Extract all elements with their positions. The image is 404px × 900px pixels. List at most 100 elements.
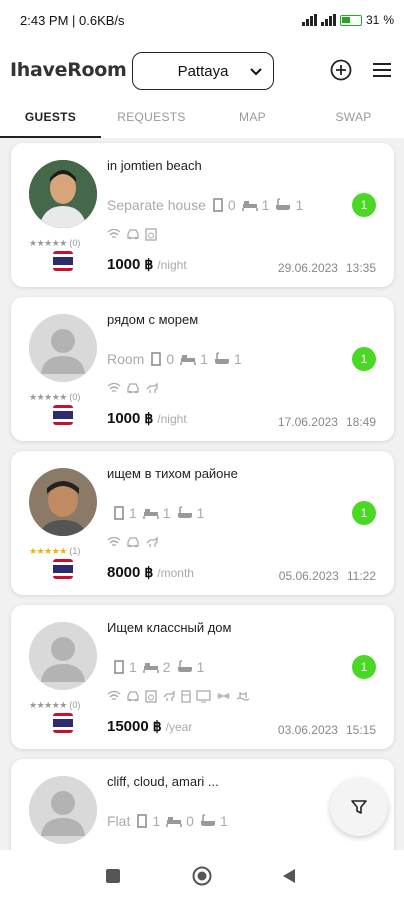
list-item[interactable]: ★★★★★ (0) in jomtien beach Separate hous… — [11, 143, 394, 287]
rating-stars: ★★★★★ — [29, 700, 67, 710]
bed-icon — [180, 355, 196, 365]
recents-icon[interactable] — [106, 869, 120, 883]
posted-date: 03.06.2023 15:15 — [278, 723, 376, 737]
rating-count: (0) — [69, 392, 81, 402]
date: 29.06.2023 — [277, 261, 338, 275]
list-item[interactable]: ★★★★★ (0) Ищем классный дом 1 2 1 1 1500… — [11, 605, 394, 749]
listing-title: Ищем классный дом — [107, 620, 232, 635]
baths-count: 1 — [219, 813, 228, 829]
beds-count: 0 — [186, 813, 194, 829]
date: 03.06.2023 — [277, 723, 338, 737]
rooms-count: 1 — [129, 505, 137, 521]
price-amount: 1000 — [107, 256, 141, 273]
listing-title: cliff, cloud, amari ... — [107, 774, 219, 789]
property-type: Flat — [107, 813, 131, 829]
pet-icon — [146, 536, 158, 547]
filter-icon — [351, 800, 367, 814]
fridge-icon — [181, 690, 191, 703]
back-icon[interactable] — [282, 868, 296, 884]
rooms-count: 1 — [129, 659, 137, 675]
bed-icon — [241, 201, 258, 211]
property-type: Room — [107, 351, 145, 367]
door-icon — [151, 352, 162, 366]
home-icon[interactable] — [192, 866, 212, 886]
status-bar: 2:43 PM | 0.6KB/s 31% — [0, 0, 404, 40]
bed-icon — [143, 509, 159, 519]
rating-stars: ★★★★★ — [29, 546, 67, 556]
guest-list: ★★★★★ (0) in jomtien beach Separate hous… — [0, 138, 404, 850]
price-amount: 15000 — [107, 718, 149, 735]
wifi-icon — [107, 382, 121, 393]
menu-icon[interactable] — [372, 62, 392, 78]
rooms-count: 0 — [166, 351, 175, 367]
price: 15000 ฿ /year — [107, 718, 192, 735]
signal-icon-2 — [320, 14, 336, 26]
time: 15:15 — [345, 723, 376, 737]
time: 18:49 — [345, 415, 376, 429]
rating: ★★★★★ (1) — [29, 546, 99, 557]
date: 17.06.2023 — [277, 415, 338, 429]
rooms-count: 0 — [227, 197, 236, 213]
price-period: /year — [165, 720, 193, 734]
thailand-flag-icon — [53, 559, 73, 579]
property-type: Separate house — [107, 197, 206, 213]
baths-count: 1 — [196, 505, 205, 521]
pet-icon — [163, 690, 175, 701]
bathtub-icon — [177, 660, 192, 672]
posted-date: 17.06.2023 18:49 — [278, 415, 376, 429]
tab-map[interactable]: MAP — [202, 100, 303, 138]
pool-icon — [236, 692, 250, 701]
tab-swap[interactable]: SWAP — [303, 100, 404, 138]
tab-bar: GUESTS REQUESTS MAP SWAP — [0, 100, 404, 138]
time: 13:35 — [345, 261, 376, 275]
door-icon — [114, 506, 124, 520]
tab-guests[interactable]: GUESTS — [0, 100, 101, 138]
price-period: /night — [157, 412, 187, 426]
beds-count: 2 — [162, 659, 171, 675]
thailand-flag-icon — [53, 251, 73, 271]
price-amount: 8000 — [107, 564, 141, 581]
list-item[interactable]: ★★★★★ (1) ищем в тихом районе 1 1 1 1 80… — [11, 451, 394, 595]
property-features: Separate house 0 1 1 — [107, 197, 309, 213]
thailand-flag-icon — [53, 713, 73, 733]
price-period: /month — [157, 566, 194, 580]
signal-icon — [301, 14, 317, 26]
listing-title: ищем в тихом районе — [107, 466, 238, 481]
add-circle-icon[interactable] — [330, 59, 352, 81]
count-badge: 1 — [352, 655, 376, 679]
count-badge: 1 — [352, 501, 376, 525]
rating-count: (0) — [69, 238, 81, 248]
door-icon — [212, 198, 223, 212]
price: 8000 ฿ /month — [107, 564, 194, 581]
listing-title: рядом с морем — [107, 312, 199, 327]
bed-icon — [143, 663, 159, 673]
app-logo: IhaveRoom — [10, 59, 127, 81]
price-period: /night — [157, 258, 187, 272]
posted-date: 05.06.2023 11:22 — [279, 569, 376, 583]
filter-button[interactable] — [330, 778, 388, 836]
property-features: 1 1 1 — [107, 505, 210, 521]
door-icon — [137, 814, 148, 828]
property-features: 1 2 1 — [107, 659, 210, 675]
battery-level: 31 — [365, 13, 380, 27]
bathtub-icon — [177, 506, 192, 518]
tab-requests[interactable]: REQUESTS — [101, 100, 202, 138]
bed-icon — [166, 817, 182, 827]
avatar-placeholder — [29, 776, 97, 844]
rating-stars: ★★★★★ — [29, 238, 67, 248]
car-icon — [127, 537, 139, 548]
list-item[interactable]: ★★★★★ (0) рядом с морем Room 0 1 1 1 100… — [11, 297, 394, 441]
amenities — [107, 228, 157, 241]
rating: ★★★★★ (0) — [29, 238, 99, 249]
door-icon — [114, 660, 124, 674]
posted-date: 29.06.2023 13:35 — [278, 261, 376, 275]
wifi-icon — [107, 536, 121, 547]
price: 1000 ฿ /night — [107, 256, 187, 273]
currency: ฿ — [144, 256, 154, 272]
amenities — [107, 382, 159, 394]
car-icon — [127, 229, 139, 240]
city-select[interactable]: Pattaya — [132, 52, 274, 90]
avatar-placeholder — [29, 622, 97, 690]
washer-icon — [145, 228, 157, 241]
beds-count: 1 — [261, 197, 270, 213]
